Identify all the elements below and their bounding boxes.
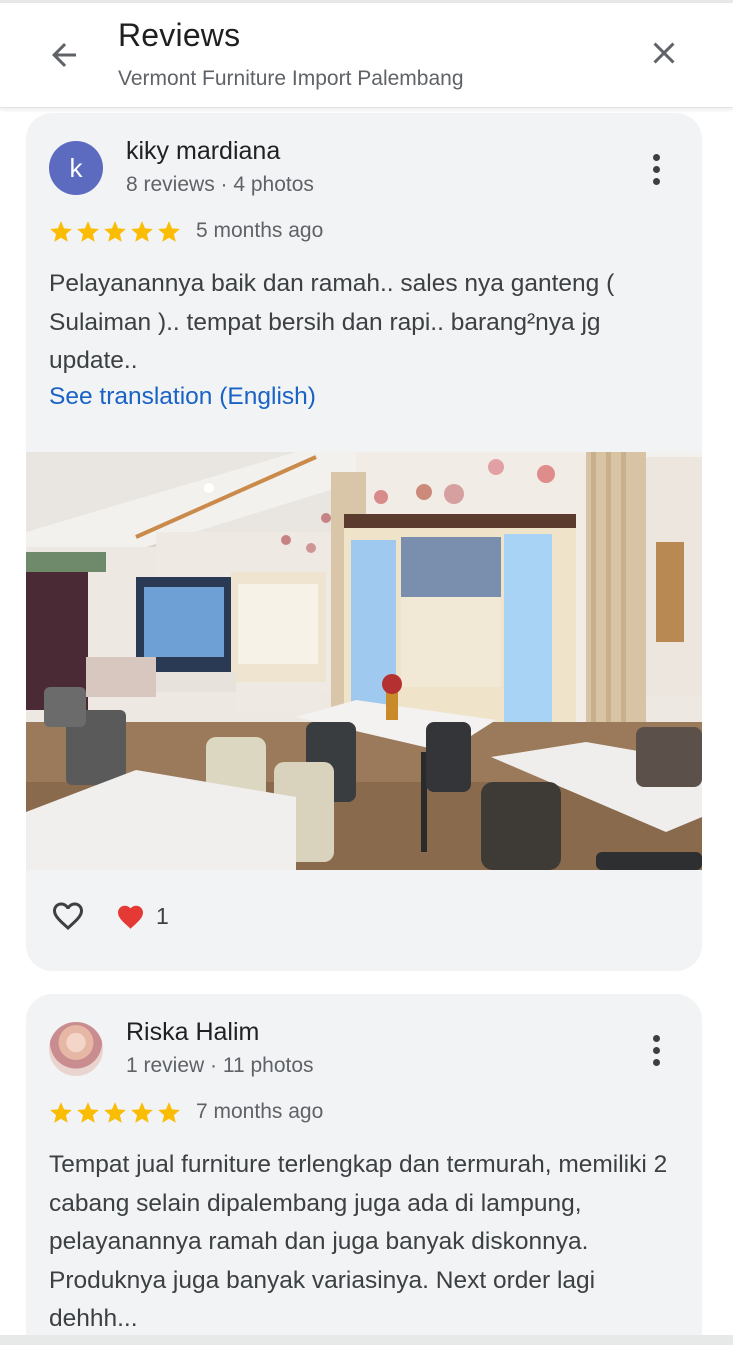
review-text: Tempat jual furniture terlengkap dan ter… <box>49 1151 668 1332</box>
like-button[interactable] <box>48 898 88 934</box>
avatar-letter: k <box>69 152 83 183</box>
reviewer-meta: 1 review · 11 photos <box>126 1054 314 1077</box>
star-icon <box>131 221 153 242</box>
star-icon <box>158 1102 180 1123</box>
star-icon <box>104 221 126 242</box>
reviews-header: Reviews Vermont Furniture Import Palemba… <box>0 3 733 108</box>
reviewer-name[interactable]: Riska Halim <box>126 1018 259 1047</box>
more-options-button[interactable] <box>638 149 674 189</box>
close-icon <box>653 42 675 64</box>
see-translation-link[interactable]: See translation (English) <box>49 383 316 411</box>
furniture-showroom-photo <box>26 452 702 870</box>
review-card: k kiky mardiana 8 reviews · 4 photos 5 m… <box>26 113 702 971</box>
reviewer-name[interactable]: kiky mardiana <box>126 137 280 166</box>
review-photo[interactable] <box>26 452 702 870</box>
star-icon <box>158 221 180 242</box>
more-options-button[interactable] <box>638 1030 674 1070</box>
heart-reaction-icon <box>118 905 143 929</box>
navigation-bar <box>0 1335 733 1345</box>
review-time: 7 months ago <box>196 1100 324 1123</box>
review-card: Riska Halim 1 review · 11 photos 7 month… <box>26 994 702 1345</box>
star-icon <box>50 1102 72 1123</box>
reviewer-meta: 8 reviews · 4 photos <box>126 173 314 196</box>
star-icon <box>50 221 72 242</box>
review-text: Pelayanannya baik dan ramah.. sales nya … <box>49 270 615 374</box>
star-icon <box>104 1102 126 1123</box>
star-rating <box>48 219 182 245</box>
more-vert-icon <box>652 153 660 161</box>
star-icon <box>77 221 99 242</box>
back-button[interactable] <box>38 33 90 77</box>
place-name: Vermont Furniture Import Palembang <box>118 67 464 90</box>
like-count: 1 <box>156 903 169 929</box>
review-time: 5 months ago <box>196 219 324 242</box>
avatar[interactable]: k <box>49 141 103 195</box>
more-vert-icon <box>652 1034 660 1042</box>
close-button[interactable] <box>640 29 688 77</box>
star-icon <box>131 1102 153 1123</box>
arrow-left-icon <box>52 43 76 67</box>
star-rating <box>48 1100 182 1126</box>
star-icon <box>77 1102 99 1123</box>
page-title: Reviews <box>118 17 241 53</box>
avatar[interactable] <box>49 1022 103 1076</box>
